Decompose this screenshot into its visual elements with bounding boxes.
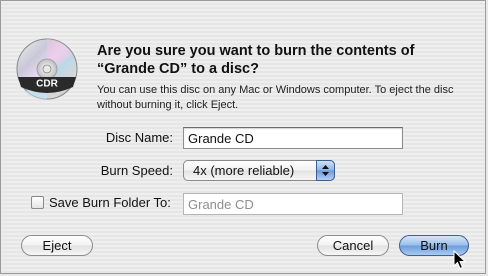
- disc-name-label: Disc Name:: [105, 130, 173, 145]
- save-burn-folder-label[interactable]: Save Burn Folder To:: [49, 195, 171, 210]
- cdr-label: CDR: [36, 79, 58, 90]
- dialog-title: Are you sure you want to burn the conten…: [97, 43, 415, 77]
- disc-name-field[interactable]: [183, 127, 403, 149]
- burn-disc-dialog: CDR Are you sure you want to burn the co…: [0, 0, 486, 274]
- eject-button[interactable]: Eject: [21, 235, 93, 256]
- burn-speed-popup[interactable]: 4x (more reliable): [183, 160, 335, 181]
- burn-speed-value: 4x (more reliable): [193, 163, 295, 178]
- dialog-message: You can use this disc on any Mac or Wind…: [97, 84, 454, 111]
- save-burn-folder-checkbox[interactable]: [31, 196, 44, 209]
- popup-arrows-icon: [316, 160, 335, 181]
- burn-speed-label: Burn Speed:: [100, 163, 173, 178]
- cdr-disc-icon: CDR: [15, 37, 79, 101]
- save-folder-field: [183, 193, 403, 215]
- mouse-pointer-icon: [453, 250, 467, 270]
- cancel-button[interactable]: Cancel: [317, 235, 389, 256]
